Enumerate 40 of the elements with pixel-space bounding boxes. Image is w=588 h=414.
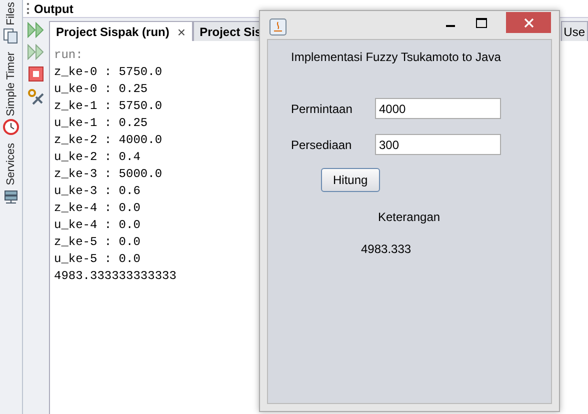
input-field[interactable]: 4000 — [375, 98, 501, 119]
console-line: z_ke-4 : 0.0 — [54, 200, 140, 217]
console-line: u_ke-4 : 0.0 — [54, 217, 140, 234]
output-tab[interactable]: Use — [560, 21, 588, 41]
console-line: run: — [54, 47, 83, 64]
output-tab[interactable]: Project Sispak (run) × — [49, 21, 193, 41]
side-tab-label[interactable]: Simple Timer — [5, 52, 17, 116]
console-line: u_ke-0 : 0.25 — [54, 81, 148, 98]
panel-title: Output — [34, 2, 74, 16]
field-label: Persediaan — [291, 138, 353, 152]
close-button[interactable] — [506, 12, 551, 33]
console-line: z_ke-1 : 5750.0 — [54, 98, 162, 115]
tools-icon[interactable] — [27, 88, 45, 106]
form-heading: Implementasi Fuzzy Tsukamoto to Java — [291, 50, 502, 64]
server-icon — [3, 188, 19, 205]
minimize-icon — [446, 24, 454, 26]
maximize-icon — [476, 18, 488, 28]
java-app-icon — [269, 18, 287, 36]
result-value: 4983.333 — [361, 242, 412, 256]
calculate-button[interactable]: Hitung — [321, 168, 380, 192]
side-tab-label[interactable]: Files — [5, 2, 17, 26]
console-line: u_ke-1 : 0.25 — [54, 115, 148, 132]
drag-handle-icon[interactable] — [27, 3, 31, 14]
console-line: 4983.333333333333 — [54, 268, 176, 285]
console-line: u_ke-5 : 0.0 — [54, 251, 140, 268]
clock-icon — [3, 119, 19, 136]
console-line: z_ke-0 : 5750.0 — [54, 64, 162, 81]
result-label: Keterangan — [378, 210, 442, 224]
console-line: z_ke-3 : 5000.0 — [54, 166, 162, 183]
console-line: u_ke-2 : 0.4 — [54, 149, 140, 166]
console-line: z_ke-2 : 4000.0 — [54, 132, 162, 149]
console-line: u_ke-3 : 0.6 — [54, 183, 140, 200]
console-line: z_ke-5 : 0.0 — [54, 234, 140, 251]
files-icon — [3, 28, 19, 44]
side-tab-label[interactable]: Services — [5, 143, 17, 186]
stop-icon[interactable] — [28, 66, 44, 82]
input-field[interactable]: 300 — [375, 134, 501, 155]
close-icon[interactable]: × — [177, 24, 186, 40]
field-label: Permintaan — [291, 102, 354, 116]
close-icon — [524, 18, 534, 28]
